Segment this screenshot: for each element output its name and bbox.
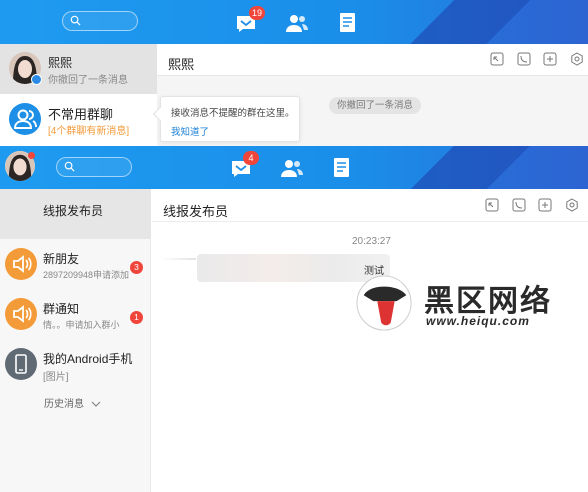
tooltip-text: 接收消息不提醒的群在这里。 bbox=[171, 108, 295, 119]
call-icon[interactable] bbox=[512, 198, 526, 212]
chevron-down-icon bbox=[91, 401, 101, 407]
bottom-titlebar: 4 bbox=[0, 146, 588, 189]
contacts-tab-icon[interactable] bbox=[280, 156, 304, 180]
share-screen-icon[interactable] bbox=[490, 52, 504, 66]
tooltip: 接收消息不提醒的群在这里。 我知道了 bbox=[152, 96, 300, 142]
history-messages-link[interactable]: 历史消息 bbox=[44, 395, 101, 410]
tooltip-ok-link[interactable]: 我知道了 bbox=[171, 124, 289, 138]
chat-title: 线报发布员 bbox=[163, 204, 229, 219]
contact-row-group[interactable]: 不常用群聊 [4个群聊有新消息] bbox=[0, 94, 157, 146]
message-timestamp: 20:23:27 bbox=[352, 236, 391, 247]
contact-row-android[interactable]: 我的Android手机 [图片] bbox=[0, 343, 151, 389]
contact-name: 我的Android手机 bbox=[43, 352, 133, 366]
phone-icon bbox=[5, 348, 37, 380]
group-preview: [4个群聊有新消息] bbox=[48, 126, 130, 137]
contact-preview: 情。。申请加入群小 bbox=[43, 320, 120, 330]
contact-row-group-notify[interactable]: 群通知 情。。申请加入群小 1 bbox=[0, 293, 151, 339]
watermark-url: www.heiqu.com bbox=[426, 314, 530, 328]
bottom-window: 4 线报发布员 新朋友 2897209948申请添加 3 群通知 情。。申请加入… bbox=[0, 146, 588, 492]
system-message: 你撤回了一条消息 bbox=[329, 97, 422, 114]
contact-preview: [图片] bbox=[43, 372, 69, 383]
watermark-logo-icon bbox=[356, 275, 412, 331]
search-box[interactable] bbox=[56, 157, 132, 177]
add-member-icon[interactable] bbox=[538, 198, 552, 212]
notification-dot bbox=[28, 152, 35, 159]
top-window: 19 熙熙 你撤回了一条消息 不常用群聊 [4个群聊有新消息] 熙熙 接收消息不… bbox=[0, 0, 588, 146]
messages-badge: 19 bbox=[249, 6, 266, 20]
speaker-icon bbox=[5, 248, 37, 280]
history-label: 历史消息 bbox=[44, 399, 84, 410]
watermark: 黑区网络 www.heiqu.com bbox=[354, 274, 586, 334]
status-dot bbox=[31, 74, 42, 85]
search-box[interactable] bbox=[62, 11, 138, 31]
contacts-tab-icon[interactable] bbox=[285, 11, 309, 35]
unread-badge: 1 bbox=[130, 311, 143, 324]
search-icon bbox=[70, 15, 81, 26]
contact-name: 群通知 bbox=[43, 302, 80, 316]
share-screen-icon[interactable] bbox=[485, 198, 499, 212]
chat-title: 熙熙 bbox=[168, 57, 195, 72]
add-member-icon[interactable] bbox=[543, 52, 557, 66]
group-icon bbox=[9, 103, 41, 135]
contact-row-new-friends[interactable]: 新朋友 2897209948申请添加 3 bbox=[0, 243, 151, 289]
messages-badge: 4 bbox=[243, 151, 259, 165]
settings-icon[interactable] bbox=[570, 52, 584, 66]
unread-badge: 3 bbox=[130, 261, 143, 274]
group-name: 不常用群聊 bbox=[48, 107, 114, 122]
contact-name: 熙熙 bbox=[48, 56, 73, 70]
call-icon[interactable] bbox=[517, 52, 531, 66]
speaker-icon bbox=[5, 298, 37, 330]
workbench-tab-icon[interactable] bbox=[330, 156, 354, 180]
contact-preview: 你撤回了一条消息 bbox=[48, 75, 128, 86]
search-icon bbox=[64, 161, 75, 172]
contact-preview: 2897209948申请添加 bbox=[43, 270, 130, 280]
contact-row-selected[interactable]: 熙熙 你撤回了一条消息 bbox=[0, 44, 157, 94]
top-titlebar: 19 bbox=[0, 0, 588, 44]
contact-name: 线报发布员 bbox=[43, 204, 104, 218]
settings-icon[interactable] bbox=[565, 198, 579, 212]
workbench-tab-icon[interactable] bbox=[336, 11, 360, 35]
contact-name: 新朋友 bbox=[43, 252, 80, 266]
contact-row-selected[interactable]: 线报发布员 bbox=[0, 189, 151, 239]
